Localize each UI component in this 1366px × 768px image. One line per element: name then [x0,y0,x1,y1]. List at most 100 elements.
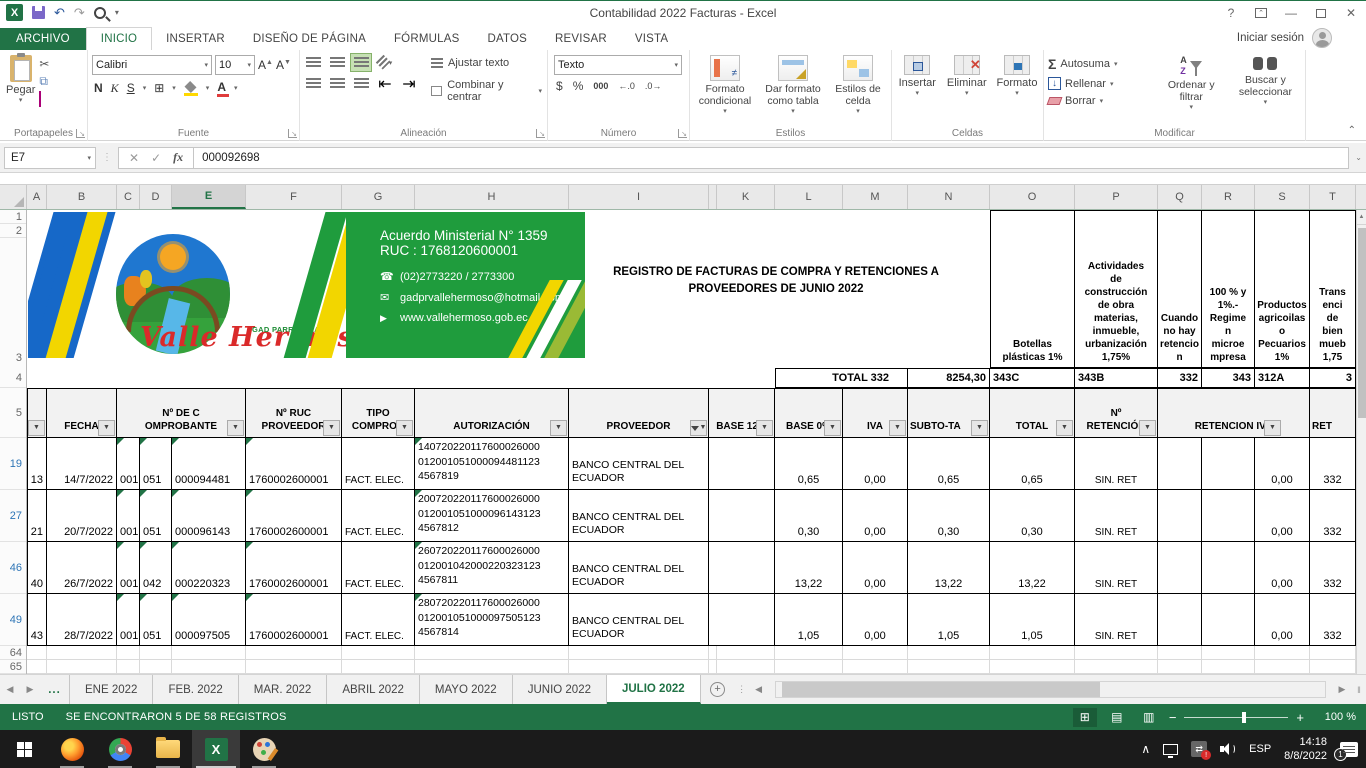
column-header-f[interactable]: F [246,185,342,209]
taskbar-paint[interactable] [240,730,288,768]
horizontal-scrollbar[interactable] [775,681,1326,698]
cancel-entry-icon[interactable]: ✕ [129,151,139,165]
tab-insertar[interactable]: INSERTAR [152,28,239,50]
format-as-table-button[interactable]: Dar formato como tabla▾ [760,53,826,125]
format-painter-icon[interactable] [39,92,49,106]
cell-serie2[interactable]: 042 [140,542,172,594]
cell-fecha[interactable]: 20/7/2022 [47,490,117,542]
cell-serie2[interactable]: 051 [140,594,172,646]
cell-q[interactable] [1158,594,1202,646]
bold-button[interactable]: N [94,81,103,95]
cell-base12[interactable] [709,542,775,594]
cell-base12[interactable] [709,438,775,490]
tax-header-transferencia[interactable]: Trans enci de bien mueb 1,75 [1309,210,1356,368]
cell-comprobante[interactable]: 000094481 [172,438,246,490]
conditional-formatting-button[interactable]: Formato condicional▾ [692,53,758,125]
language-indicator[interactable]: ESP [1249,743,1271,755]
cell-ret[interactable]: 332 [1310,438,1356,490]
cell-ruc[interactable]: 1760002600001 [246,594,342,646]
collapse-ribbon-icon[interactable]: ⌃ [1348,125,1356,136]
tray-expand-icon[interactable]: ∧ [1141,742,1150,756]
start-button[interactable] [0,730,48,768]
sheet-tab-mayo[interactable]: MAYO 2022 [420,675,513,704]
cell-serie2[interactable]: 051 [140,438,172,490]
qat-customize-icon[interactable]: ▾ [115,8,119,17]
tax-header-agricolas[interactable]: Productos agricoilas o Pecuarios 1% [1254,210,1310,368]
totals-332-cell[interactable]: 332 [1158,368,1202,388]
cell-subtotal[interactable]: 13,22 [908,542,990,594]
filter-button[interactable]: ▼ [824,420,841,436]
cell-r[interactable] [1202,490,1255,542]
name-box[interactable]: E7▾ [4,147,96,169]
copy-icon[interactable]: ⧉ [39,74,49,89]
tab-inicio[interactable]: INICIO [86,27,152,50]
cell-comprobante[interactable]: 000097505 [172,594,246,646]
filter-button[interactable]: ▼ [756,420,773,436]
cell-tipo[interactable]: FACT. ELEC. [342,438,415,490]
tax-header-construccion[interactable]: Actividades de construcción de obra mate… [1074,210,1158,368]
sheet-nav-right-icon[interactable]: ▶ [20,675,40,704]
undo-icon[interactable]: ↶ [54,6,65,19]
cell-nretencion[interactable]: SIN. RET [1075,542,1158,594]
page-break-view-button[interactable]: ▥ [1137,708,1161,727]
column-header-k[interactable]: K [717,185,775,209]
cell-total[interactable]: 1,05 [990,594,1075,646]
header-ret[interactable]: RET [1310,388,1356,438]
cell-retencion-iva[interactable]: 0,00 [1255,490,1310,542]
column-header-a[interactable]: A [27,185,47,209]
cell-iva[interactable]: 0,00 [843,490,908,542]
header-base0[interactable]: BASE 0%▼ [775,388,843,438]
totals-343-cell[interactable]: 343 [1202,368,1255,388]
cell-tipo[interactable]: FACT. ELEC. [342,594,415,646]
row-header-2[interactable]: 2 [0,224,26,238]
taskbar-file-explorer[interactable] [144,730,192,768]
column-header-p[interactable]: P [1075,185,1158,209]
merge-center-button[interactable]: Combinar y centrar▾ [428,77,545,105]
column-header-s[interactable]: S [1255,185,1310,209]
cell-base0[interactable]: 0,65 [775,438,843,490]
cell-base12[interactable] [709,594,775,646]
totals-sum-cell[interactable]: 8254,30 [908,368,990,388]
row-header-1[interactable]: 1 [0,210,26,224]
column-header-t[interactable]: T [1310,185,1356,209]
cell-base0[interactable]: 1,05 [775,594,843,646]
insert-function-icon[interactable]: fx [173,150,183,165]
column-header-q[interactable]: Q [1158,185,1202,209]
delete-cells-button[interactable]: Eliminar▾ [943,53,991,125]
clock[interactable]: 14:18 8/8/2022 [1284,735,1327,764]
horizontal-scroll-thumb[interactable] [782,682,1100,697]
organization-banner-image[interactable]: Valle Hermoso GAD PARROQUIAL Acuerdo Min… [28,212,585,358]
paste-button[interactable]: Pegar ▾ [2,53,39,106]
cell-num[interactable]: 13 [27,438,47,490]
excel-app-icon[interactable]: X [6,4,23,21]
formula-input[interactable]: 000092698 [194,147,1349,169]
cell-q[interactable] [1158,490,1202,542]
cell-subtotal[interactable]: 1,05 [908,594,990,646]
header-subtotal[interactable]: SUBTO-TA▼ [908,388,990,438]
find-select-button[interactable]: Buscar y seleccionar▾ [1228,53,1303,125]
cell-q[interactable] [1158,438,1202,490]
cell-total[interactable]: 0,65 [990,438,1075,490]
number-dialog-launcher[interactable]: ↘ [678,129,687,138]
taskbar-excel-active[interactable]: X [192,730,240,768]
alignment-dialog-launcher[interactable]: ↘ [536,129,545,138]
header-nretencion[interactable]: Nº RETENCIÓN▼ [1075,388,1158,438]
cell-autorizacion[interactable]: 260720220117600026000 012001042000220323… [415,542,569,594]
cell-iva[interactable]: 0,00 [843,438,908,490]
cell-serie1[interactable]: 001 [117,594,140,646]
clipboard-dialog-launcher[interactable]: ↘ [76,129,85,138]
cell-iva[interactable]: 0,00 [843,594,908,646]
sheet-tab-julio-active[interactable]: JULIO 2022 [607,675,701,704]
cell-fecha[interactable]: 26/7/2022 [47,542,117,594]
cell-base12[interactable] [709,490,775,542]
zoom-in-button[interactable]: + [1296,710,1304,725]
borders-button[interactable]: ⊞ [154,81,164,95]
hscroll-left-icon[interactable]: ◀ [749,675,769,704]
cell-num[interactable]: 43 [27,594,47,646]
header-autorizacion[interactable]: AUTORIZACIÓN▼ [415,388,569,438]
cell-num[interactable]: 21 [27,490,47,542]
sheet-tabs-more[interactable]: ... [40,675,70,704]
cell-comprobante[interactable]: 000220323 [172,542,246,594]
header-iva[interactable]: IVA▼ [843,388,908,438]
increase-decimal-icon[interactable]: ←.0 [618,81,635,91]
